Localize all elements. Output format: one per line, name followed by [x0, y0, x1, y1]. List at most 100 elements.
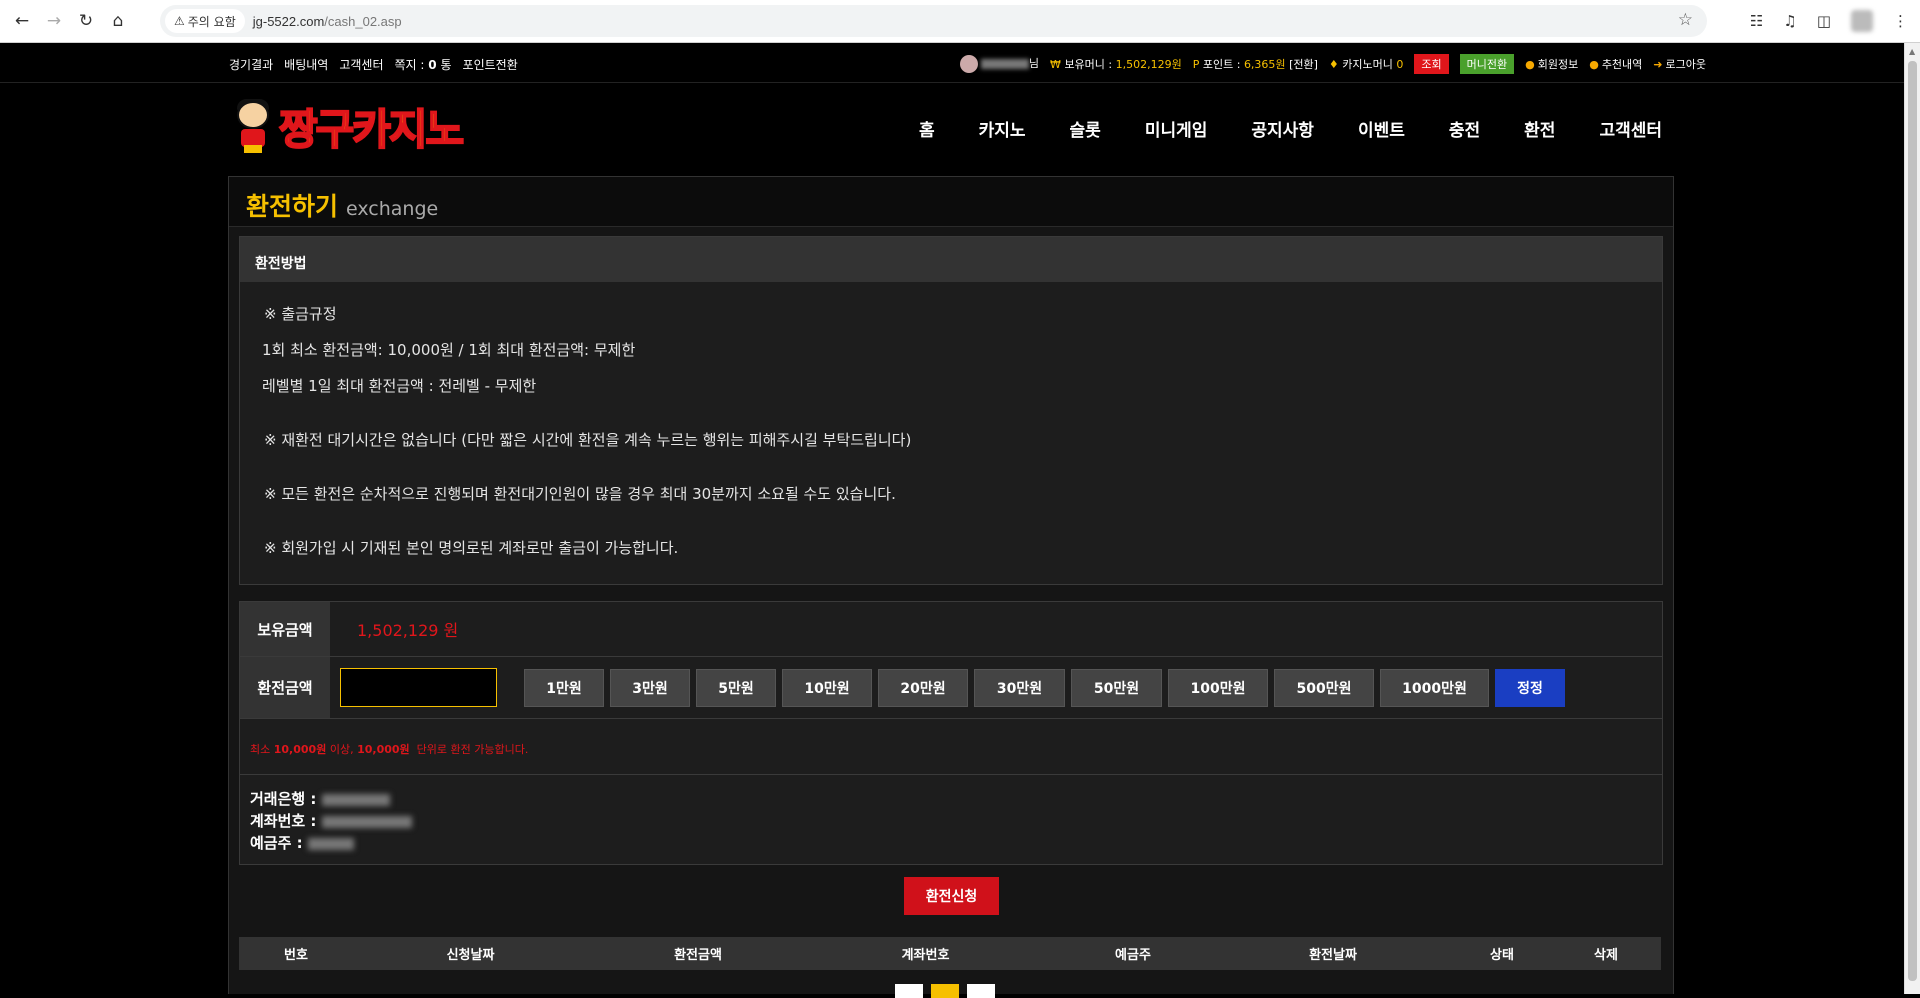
holder-value-blurred — [307, 837, 354, 850]
link-game-results[interactable]: 경기결과 — [229, 56, 273, 73]
submit-exchange-button[interactable]: 환전신청 — [904, 877, 999, 915]
top-utility-bar: 경기결과 배팅내역 고객센터 쪽지 : 0 통 포인트전환 님 ₩ 보유머니 :… — [0, 43, 1920, 83]
people-icon: ● — [1589, 58, 1599, 71]
url-path: /cash_02.asp — [324, 13, 402, 29]
account-value-blurred — [321, 815, 412, 828]
col-number: 번호 — [284, 948, 308, 963]
person-icon: ● — [1525, 58, 1535, 71]
amount-button-5[interactable]: 5만원 — [696, 668, 776, 707]
security-chip-label: 주의 요함 — [187, 14, 236, 29]
scroll-up-icon[interactable]: ▲ — [1909, 47, 1915, 56]
amount-button-1000[interactable]: 1000만원 — [1380, 668, 1489, 707]
amount-button-30[interactable]: 30만원 — [974, 668, 1065, 707]
exchange-amount-label: 환전금액 — [240, 657, 330, 718]
nav-event[interactable]: 이벤트 — [1358, 116, 1405, 141]
amount-buttons: 1만원 3만원 5만원 10만원 20만원 30만원 50만원 100만원 50… — [524, 668, 1565, 707]
method-heading: 환전방법 — [240, 237, 1662, 282]
won-icon: ₩ — [1050, 58, 1061, 71]
col-delete: 삭제 — [1594, 948, 1618, 963]
member-info-label: 회원정보 — [1537, 58, 1579, 71]
member-info-link[interactable]: ● 회원정보 — [1525, 56, 1578, 72]
menu-icon[interactable]: ⋮ — [1893, 12, 1908, 30]
page-title-en: exchange — [346, 198, 439, 220]
col-request-date: 신청날짜 — [446, 948, 495, 963]
address-bar[interactable]: ⚠ 주의 요함 jg-5522.com/cash_02.asp ☆ — [160, 5, 1707, 37]
browser-toolbar: ← → ↻ ⌂ ⚠ 주의 요함 jg-5522.com/cash_02.asp … — [0, 0, 1920, 43]
main-nav: 홈 카지노 슬롯 미니게임 공지사항 이벤트 충전 환전 고객센터 — [919, 116, 1662, 141]
amount-button-100[interactable]: 100만원 — [1168, 668, 1268, 707]
exchange-amount-row: 환전금액 1만원 3만원 5만원 10만원 20만원 30만원 50만원 100… — [240, 657, 1662, 719]
logout-link[interactable]: ➜ 로그아웃 — [1653, 56, 1706, 72]
col-amount: 환전금액 — [674, 948, 722, 963]
nav-slot[interactable]: 슬롯 — [1070, 116, 1101, 141]
page-scrollbar[interactable]: ▲ — [1904, 43, 1920, 994]
method-line: 1회 최소 환전금액: 10,000원 / 1회 최대 환전금액: 무제한 — [262, 341, 636, 359]
user-status: 님 ₩ 보유머니 : 1,502,129원 P 포인트 : 6,365원 [전환… — [959, 54, 1706, 74]
nav-support[interactable]: 고객센터 — [1599, 116, 1662, 141]
side-panel-icon[interactable]: ◫ — [1817, 12, 1831, 30]
back-icon[interactable]: ← — [9, 8, 35, 34]
amount-button-500[interactable]: 500만원 — [1274, 668, 1374, 707]
holder-label: 예금주 : — [250, 834, 303, 852]
point-icon: P — [1192, 58, 1200, 71]
link-customer-center[interactable]: 고객센터 — [339, 56, 383, 73]
col-exchange-date: 환전날짜 — [1309, 948, 1357, 963]
method-line: ※ 모든 환전은 순차적으로 진행되며 환전대기인원이 많을 경우 최대 30분… — [264, 485, 896, 503]
balance-label: 보유금액 — [240, 602, 330, 656]
exchange-method-box: 환전방법 ※ 출금규정 1회 최소 환전금액: 10,000원 / 1회 최대 … — [239, 236, 1663, 585]
media-icon[interactable]: ♫ — [1783, 12, 1796, 30]
logo-character — [229, 98, 277, 155]
page-next[interactable] — [967, 984, 995, 998]
link-point-convert[interactable]: 포인트전환 — [463, 56, 518, 73]
page-prev[interactable] — [895, 984, 923, 998]
casino-money-value: 0 — [1396, 58, 1404, 71]
notice-unit: 10,000원 — [357, 743, 410, 756]
reload-icon[interactable]: ↻ — [73, 8, 99, 34]
casino-money-label: 카지노머니 — [1342, 58, 1393, 71]
exchange-panel: 환전하기 exchange 환전방법 ※ 출금규정 1회 최소 환전금액: 10,… — [228, 176, 1674, 998]
user-level-icon — [959, 55, 978, 73]
method-line: 레벨별 1일 최대 환전금액 : 전레벨 - 무제한 — [262, 377, 537, 395]
amount-button-1[interactable]: 1만원 — [524, 668, 604, 707]
nav-deposit[interactable]: 충전 — [1449, 116, 1480, 141]
nav-withdraw[interactable]: 환전 — [1524, 116, 1555, 141]
page-title: 환전하기 exchange — [229, 177, 1673, 227]
scrollbar-thumb[interactable] — [1908, 61, 1917, 981]
min-amount-notice: 최소 10,000원 이상, 10,000원 단위로 환전 가능합니다. — [240, 719, 1662, 775]
profile-avatar[interactable] — [1851, 10, 1873, 32]
money-status: ₩ 보유머니 : 1,502,129원 — [1050, 56, 1182, 72]
history-table-header: 번호 신청날짜 환전금액 계좌번호 예금주 환전날짜 상태 삭제 — [239, 937, 1661, 970]
method-line: ※ 재환전 대기시간은 없습니다 (다만 짧은 시간에 환전을 계속 누르는 행… — [264, 431, 912, 449]
referral-link[interactable]: ● 추천내역 — [1589, 56, 1642, 72]
extensions-icon[interactable]: ☷ — [1750, 12, 1763, 30]
nav-home[interactable]: 홈 — [919, 116, 935, 141]
amount-button-3[interactable]: 3만원 — [610, 668, 690, 707]
forward-icon[interactable]: → — [41, 8, 67, 34]
nav-notice[interactable]: 공지사항 — [1251, 116, 1314, 141]
amount-button-20[interactable]: 20만원 — [878, 668, 968, 707]
url-text[interactable]: jg-5522.com/cash_02.asp — [253, 14, 402, 29]
site-logo[interactable]: 짱구카지노 — [229, 96, 465, 157]
security-chip[interactable]: ⚠ 주의 요함 — [165, 9, 245, 33]
money-label: 보유머니 : — [1064, 58, 1113, 71]
topbar-links: 경기결과 배팅내역 고객센터 쪽지 : 0 통 포인트전환 — [229, 56, 518, 73]
link-betting-history[interactable]: 배팅내역 — [284, 56, 328, 73]
amount-button-50[interactable]: 50만원 — [1071, 668, 1162, 707]
money-convert-button[interactable]: 머니전환 — [1459, 54, 1515, 74]
exchange-amount-input[interactable] — [340, 668, 497, 707]
reset-button[interactable]: 정정 — [1495, 668, 1565, 707]
check-button[interactable]: 조회 — [1414, 54, 1449, 74]
notice-min: 10,000원 — [273, 743, 327, 756]
page-title-ko: 환전하기 — [246, 192, 339, 221]
nav-casino[interactable]: 카지노 — [979, 116, 1026, 141]
bookmark-star-icon[interactable]: ☆ — [1678, 10, 1693, 30]
bank-value-blurred — [321, 793, 390, 806]
point-convert-action[interactable]: [전환] — [1289, 58, 1318, 71]
col-account: 계좌번호 — [901, 948, 950, 963]
money-value: 1,502,129원 — [1115, 58, 1182, 71]
page-current[interactable] — [931, 984, 959, 998]
home-icon[interactable]: ⌂ — [105, 8, 131, 34]
amount-button-10[interactable]: 10만원 — [782, 668, 872, 707]
nav-minigame[interactable]: 미니게임 — [1145, 116, 1208, 141]
link-memo[interactable]: 쪽지 : 0 통 — [395, 56, 452, 73]
